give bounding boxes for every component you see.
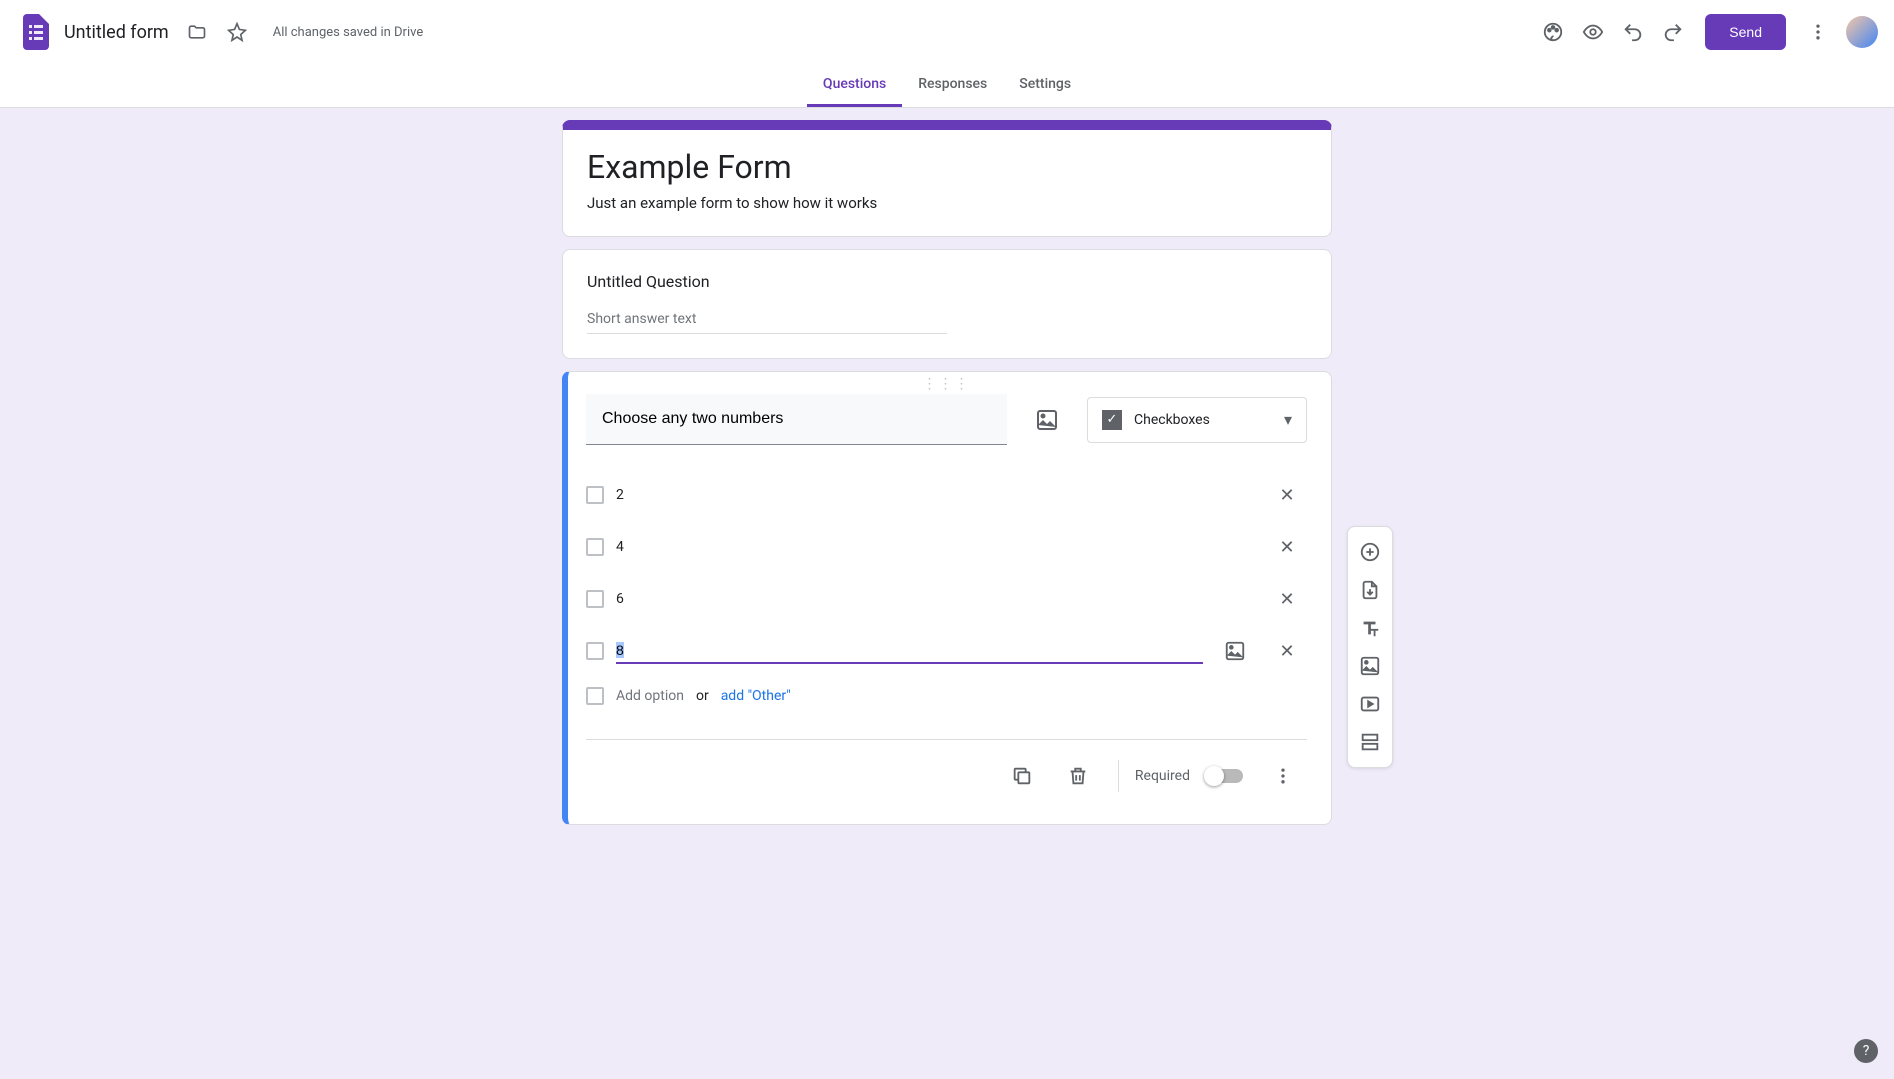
- option-row: 4 ✕: [586, 521, 1307, 573]
- question-type-select[interactable]: Checkboxes ▾: [1087, 397, 1307, 443]
- remove-option-icon[interactable]: ✕: [1267, 631, 1307, 671]
- app-header: Untitled form All changes saved in Drive…: [0, 0, 1894, 64]
- question-card-1[interactable]: Untitled Question Short answer text: [562, 249, 1332, 359]
- add-video-icon[interactable]: [1350, 685, 1390, 723]
- customize-theme-icon[interactable]: [1533, 12, 1573, 52]
- question-card-2[interactable]: ⋮⋮⋮ Checkboxes ▾ 2 ✕: [562, 371, 1332, 825]
- help-icon[interactable]: ?: [1854, 1039, 1878, 1063]
- redo-icon[interactable]: [1653, 12, 1693, 52]
- option-image-icon[interactable]: [1215, 631, 1255, 671]
- send-button[interactable]: Send: [1705, 14, 1786, 50]
- add-section-icon[interactable]: [1350, 723, 1390, 761]
- tab-responses[interactable]: Responses: [902, 64, 1003, 107]
- tab-settings[interactable]: Settings: [1003, 64, 1087, 107]
- move-to-folder-icon[interactable]: [177, 12, 217, 52]
- option-input[interactable]: [616, 638, 1203, 664]
- question-title-input[interactable]: [586, 394, 1007, 445]
- add-image-icon[interactable]: [1023, 396, 1071, 444]
- dropdown-arrow-icon: ▾: [1284, 410, 1292, 429]
- forms-logo[interactable]: [16, 12, 56, 52]
- question-footer: Required: [586, 739, 1307, 800]
- save-status: All changes saved in Drive: [273, 25, 424, 40]
- tab-bar: Questions Responses Settings: [0, 64, 1894, 108]
- question-more-icon[interactable]: [1259, 752, 1307, 800]
- star-icon[interactable]: [217, 12, 257, 52]
- option-label[interactable]: 6: [616, 587, 1203, 611]
- undo-icon[interactable]: [1613, 12, 1653, 52]
- question-title[interactable]: Untitled Question: [587, 272, 1307, 291]
- checkbox-icon: [586, 590, 604, 608]
- checkbox-icon: [586, 687, 604, 705]
- duplicate-icon[interactable]: [998, 752, 1046, 800]
- checkbox-icon: [586, 642, 604, 660]
- preview-icon[interactable]: [1573, 12, 1613, 52]
- option-label[interactable]: 4: [616, 535, 1203, 559]
- required-label: Required: [1135, 768, 1190, 784]
- checkbox-icon: [586, 538, 604, 556]
- checkbox-type-icon: [1102, 410, 1122, 430]
- import-questions-icon[interactable]: [1350, 571, 1390, 609]
- divider: [1118, 760, 1119, 792]
- option-label[interactable]: 2: [616, 483, 1203, 507]
- tab-questions[interactable]: Questions: [807, 64, 902, 107]
- form-header-card[interactable]: Example Form Just an example form to sho…: [562, 120, 1332, 237]
- add-image-icon[interactable]: [1350, 647, 1390, 685]
- form-name[interactable]: Untitled form: [64, 22, 169, 43]
- add-option-row: Add option or add "Other": [586, 681, 1307, 711]
- add-title-icon[interactable]: [1350, 609, 1390, 647]
- remove-option-icon[interactable]: ✕: [1267, 527, 1307, 567]
- question-type-label: Checkboxes: [1134, 412, 1284, 428]
- account-avatar[interactable]: [1846, 16, 1878, 48]
- add-option-button[interactable]: Add option: [616, 688, 684, 704]
- short-answer-placeholder: Short answer text: [587, 311, 947, 334]
- drag-handle-icon[interactable]: ⋮⋮⋮: [586, 380, 1307, 388]
- add-question-icon[interactable]: [1350, 533, 1390, 571]
- form-title[interactable]: Example Form: [587, 148, 1307, 186]
- remove-option-icon[interactable]: ✕: [1267, 475, 1307, 515]
- option-row: ✕: [586, 625, 1307, 677]
- or-text: or: [696, 688, 709, 704]
- form-canvas: Example Form Just an example form to sho…: [0, 108, 1894, 877]
- remove-option-icon[interactable]: ✕: [1267, 579, 1307, 619]
- option-row: 2 ✕: [586, 469, 1307, 521]
- floating-toolbar: [1347, 526, 1393, 768]
- add-other-button[interactable]: add "Other": [721, 688, 791, 704]
- option-row: 6 ✕: [586, 573, 1307, 625]
- more-icon[interactable]: [1798, 12, 1838, 52]
- form-description[interactable]: Just an example form to show how it work…: [587, 194, 1307, 212]
- delete-icon[interactable]: [1054, 752, 1102, 800]
- required-toggle[interactable]: [1206, 769, 1243, 783]
- checkbox-icon: [586, 486, 604, 504]
